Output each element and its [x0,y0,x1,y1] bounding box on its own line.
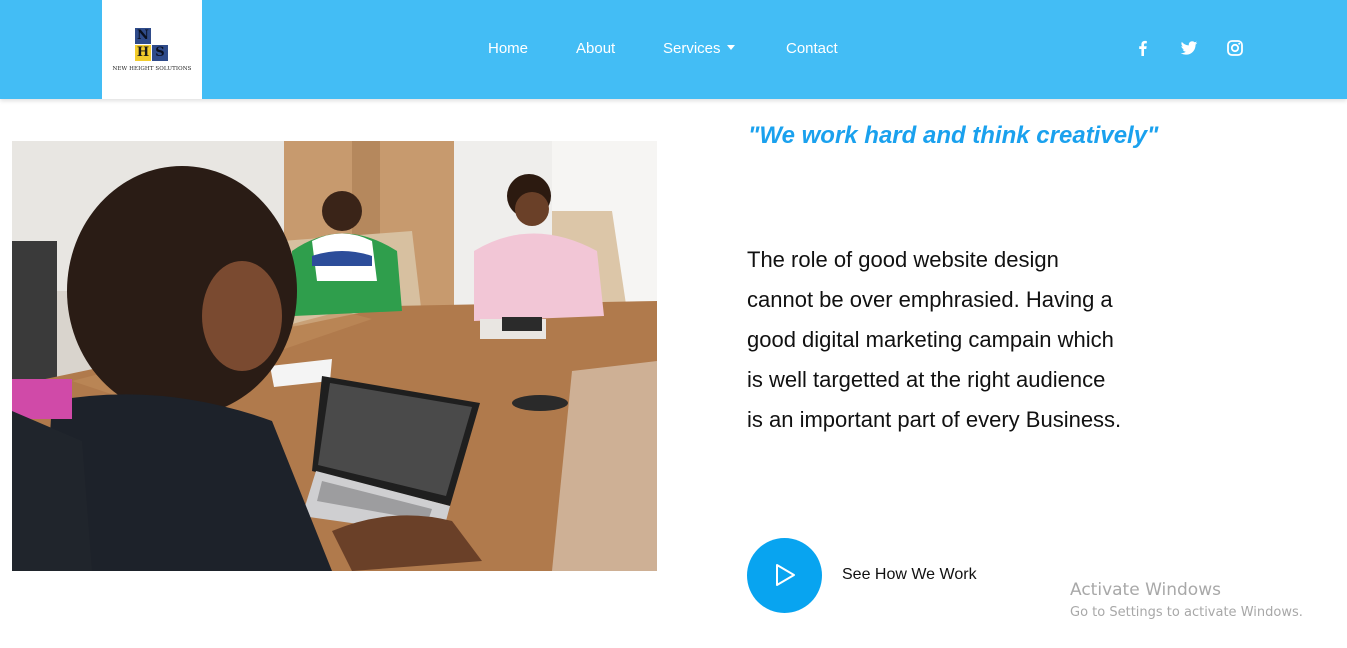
windows-activation-title: Activate Windows [1070,580,1221,600]
hero-quote: "We work hard and think creatively" [748,122,1159,149]
instagram-icon[interactable] [1226,39,1244,57]
caret-down-icon [726,45,735,50]
play-video-button[interactable] [747,538,822,613]
team-meeting-photo [12,141,657,571]
navbar: N H S NEW HEIGHT SOLUTIONS Home About Se… [0,0,1347,99]
see-how-we-work-link[interactable]: See How We Work [842,566,977,584]
twitter-icon[interactable] [1180,39,1198,57]
logo[interactable]: N H S NEW HEIGHT SOLUTIONS [102,0,202,99]
logo-mark: N H S [135,28,171,64]
logo-letter-n: N [135,28,151,44]
nav-about[interactable]: About [576,40,615,57]
windows-activation-subtitle: Go to Settings to activate Windows. [1070,605,1303,620]
facebook-icon[interactable] [1134,39,1152,57]
play-icon [776,564,795,586]
logo-letter-s: S [152,45,168,61]
nav-home[interactable]: Home [488,40,528,57]
logo-text: NEW HEIGHT SOLUTIONS [112,66,192,72]
nav-contact[interactable]: Contact [786,40,838,57]
nav-services[interactable]: Services [663,40,735,57]
logo-letter-h: H [135,45,151,61]
nav-services-label: Services [663,40,721,57]
hero-body-text: The role of good website design cannot b… [747,247,1122,432]
